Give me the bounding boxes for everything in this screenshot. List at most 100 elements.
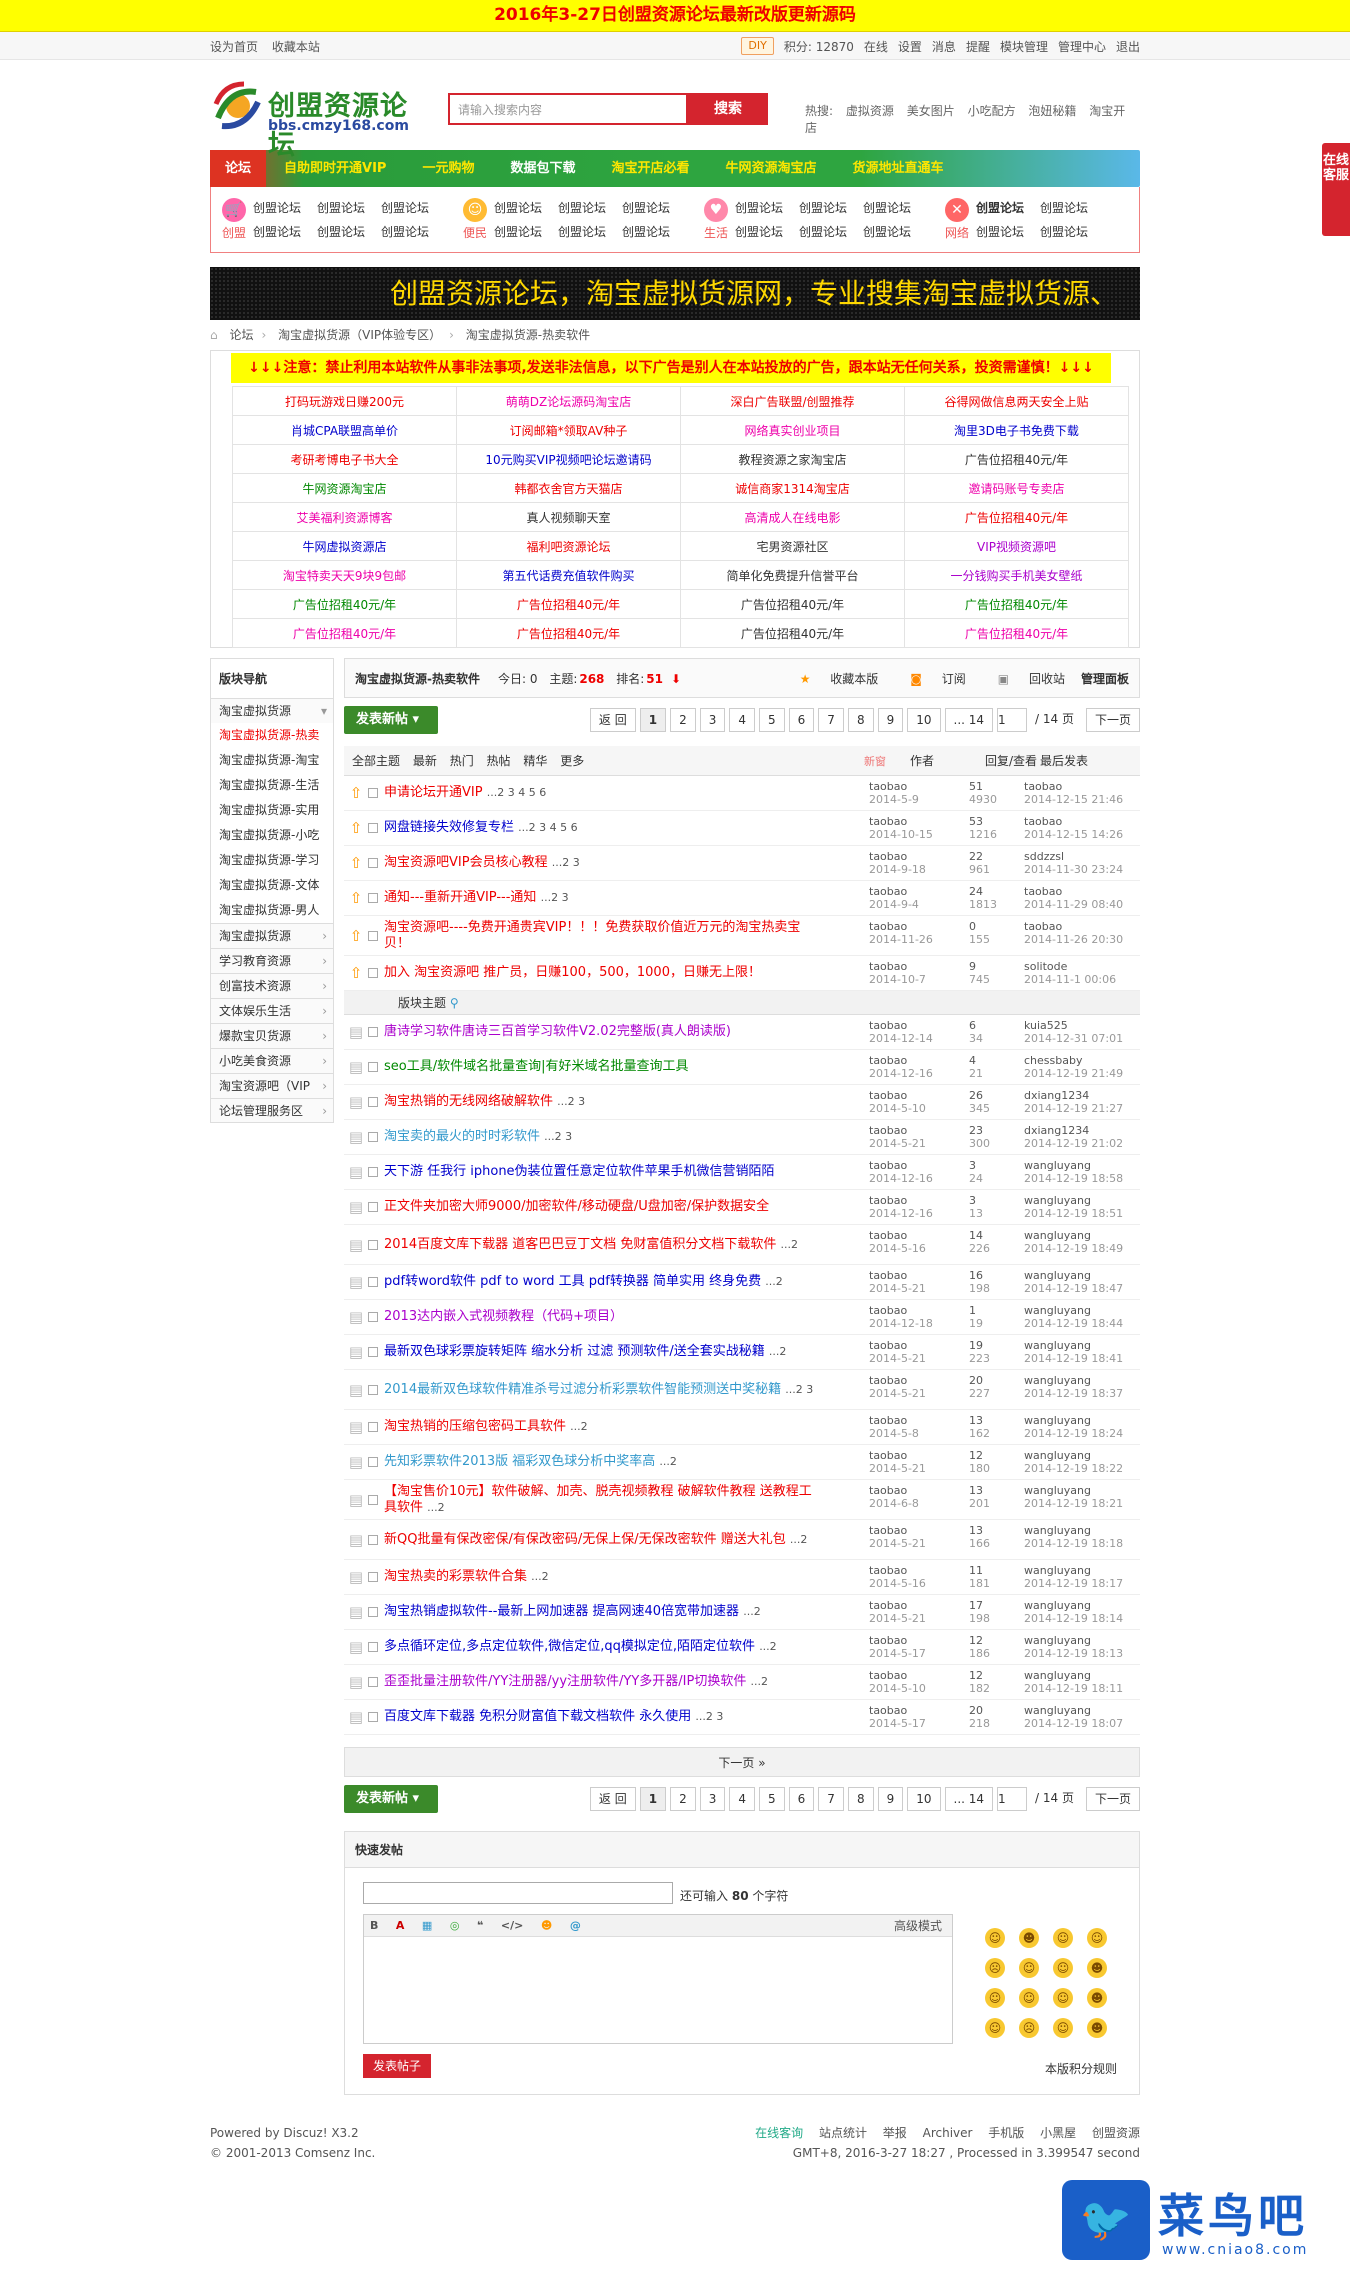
ad-link[interactable]: 深白广告联盟/创盟推荐 — [680, 386, 905, 416]
pin-icon[interactable]: ⇧ — [344, 784, 368, 802]
thread-title[interactable]: 【淘宝售价10元】软件破解、加壳、脱壳视频教程 破解软件教程 送教程工具软件 — [384, 1484, 812, 1515]
page-jump-input[interactable]: 1 — [997, 1787, 1028, 1811]
reply-count[interactable]: 3 — [969, 1194, 976, 1207]
smiley-icon[interactable]: ☹ — [1019, 2018, 1039, 2038]
thread-icon[interactable]: ▤ — [344, 1093, 368, 1111]
ad-link[interactable]: 广告位招租40元/年 — [904, 444, 1129, 474]
last-post-time[interactable]: 2014-12-15 14:26 — [1024, 828, 1123, 841]
sidebar-subitem[interactable]: 淘宝虚拟货源-文体 — [210, 873, 334, 898]
settings-link[interactable]: 设置 — [898, 38, 922, 55]
ad-link[interactable]: 简单化免费提升信誉平台 — [680, 560, 905, 590]
thread-author[interactable]: taobao — [869, 1669, 907, 1682]
quick-link[interactable]: 创盟论坛 — [253, 199, 317, 216]
last-post-time[interactable]: 2014-12-19 18:07 — [1024, 1717, 1123, 1730]
thread-checkbox[interactable] — [368, 858, 378, 868]
last-post-time[interactable]: 2014-12-19 18:51 — [1024, 1207, 1123, 1220]
ad-link[interactable]: 广告位招租40元/年 — [680, 618, 905, 648]
thread-checkbox[interactable] — [368, 1027, 378, 1037]
smiley-icon[interactable]: ☺ — [1019, 1958, 1039, 1978]
mobile-link[interactable]: 手机版 — [988, 2126, 1024, 2140]
thread-pages[interactable]: ...2 3 4 5 6 — [518, 821, 577, 834]
reply-count[interactable]: 11 — [969, 1564, 983, 1577]
bookmark-link[interactable]: 收藏本站 — [272, 40, 320, 54]
last-poster[interactable]: wangluyang — [1024, 1704, 1091, 1717]
at-icon[interactable]: @ — [570, 1919, 581, 1932]
page-link[interactable]: 3 — [699, 708, 726, 732]
thread-title[interactable]: 新QQ批量有保改密保/有保改密码/无保上保/无保改密软件 赠送大礼包 — [384, 1532, 786, 1547]
smiley-icon[interactable]: ☻ — [1087, 1958, 1107, 1978]
last-post-time[interactable]: 2014-12-19 18:41 — [1024, 1352, 1123, 1365]
thread-title[interactable]: 先知彩票软件2013版 福彩双色球分析中奖率高 — [384, 1454, 655, 1469]
last-post-time[interactable]: 2014-11-26 20:30 — [1024, 933, 1123, 946]
last-post-time[interactable]: 2014-12-19 18:47 — [1024, 1282, 1123, 1295]
new-thread-button[interactable]: 发表新帖 ▾ — [344, 706, 438, 734]
ad-link[interactable]: 第五代话费充值软件购买 — [456, 560, 681, 590]
thread-checkbox[interactable] — [368, 1132, 378, 1142]
thread-title[interactable]: 2014最新双色球软件精准杀号过滤分析彩票软件智能预测送中奖秘籍 — [384, 1382, 781, 1397]
site-name-link[interactable]: 创盟资源 — [1092, 2126, 1140, 2140]
last-post-time[interactable]: 2014-12-19 18:14 — [1024, 1612, 1123, 1625]
thread-checkbox[interactable] — [368, 1312, 378, 1322]
last-poster[interactable]: wangluyang — [1024, 1524, 1091, 1537]
new-window-toggle[interactable]: 新窗 — [864, 753, 886, 769]
quick-link[interactable]: 创盟论坛 — [558, 199, 622, 216]
thread-title[interactable]: 淘宝资源吧VIP会员核心教程 — [384, 855, 548, 870]
thread-title[interactable]: 网盘链接失效修复专栏 — [384, 820, 514, 835]
thread-pages[interactable]: ...2 3 — [695, 1710, 723, 1723]
last-post-time[interactable]: 2014-12-19 21:27 — [1024, 1102, 1123, 1115]
last-post-time[interactable]: 2014-12-19 18:22 — [1024, 1462, 1123, 1475]
thread-title[interactable]: 多点循环定位,多点定位软件,微信定位,qq模拟定位,陌陌定位软件 — [384, 1639, 755, 1654]
thread-title[interactable]: 2014百度文库下载器 道客巴巴豆丁文档 免财富值积分文档下载软件 — [384, 1237, 776, 1252]
page-link[interactable]: 10 — [907, 1787, 941, 1811]
smiley-icon[interactable]: ☺ — [1087, 1928, 1107, 1948]
last-post-time[interactable]: 2014-12-19 18:49 — [1024, 1242, 1123, 1255]
ad-link[interactable]: 韩都衣舍官方天猫店 — [456, 473, 681, 503]
last-poster[interactable]: dxiang1234 — [1024, 1089, 1089, 1102]
thread-pages[interactable]: ...2 3 4 5 6 — [487, 786, 546, 799]
search-icon[interactable]: ⚲ — [450, 996, 459, 1010]
ad-link[interactable]: 广告位招租40元/年 — [904, 618, 1129, 648]
ad-link[interactable]: 10元购买VIP视频吧论坛邀请码 — [456, 444, 681, 474]
thread-title[interactable]: 淘宝热销的压缩包密码工具软件 — [384, 1419, 566, 1434]
reply-count[interactable]: 12 — [969, 1449, 983, 1462]
thread-checkbox[interactable] — [368, 930, 378, 941]
reply-count[interactable]: 22 — [969, 850, 983, 863]
ad-link[interactable]: 一分钱购买手机美女壁纸 — [904, 560, 1129, 590]
ad-link[interactable]: 广告位招租40元/年 — [904, 502, 1129, 532]
thread-icon[interactable]: ▤ — [344, 1673, 368, 1691]
thread-pages[interactable]: ...2 — [781, 1238, 799, 1251]
last-post-time[interactable]: 2014-12-19 18:37 — [1024, 1387, 1123, 1400]
next-page-button[interactable]: 下一页 — [1085, 1787, 1140, 1811]
thread-pages[interactable]: ...2 — [759, 1640, 777, 1653]
smiley-icon[interactable]: ☹ — [985, 1958, 1005, 1978]
thread-checkbox[interactable] — [368, 823, 378, 833]
page-link[interactable]: 6 — [788, 1787, 815, 1811]
thread-checkbox[interactable] — [368, 1457, 378, 1467]
thread-checkbox[interactable] — [368, 1097, 378, 1107]
ad-link[interactable]: 真人视频聊天室 — [456, 502, 681, 532]
ad-link[interactable]: 淘里3D电子书免费下载 — [904, 415, 1129, 445]
page-link[interactable]: 9 — [877, 708, 904, 732]
thread-author[interactable]: taobao — [869, 1599, 907, 1612]
smiley-icon[interactable]: ☻ — [1019, 1928, 1039, 1948]
thread-checkbox[interactable] — [368, 968, 378, 978]
thread-pages[interactable]: ...2 3 — [785, 1383, 813, 1396]
subject-input[interactable] — [363, 1882, 673, 1904]
reply-count[interactable]: 51 — [969, 780, 983, 793]
sidebar-group[interactable]: 创富技术资源 › — [210, 973, 334, 998]
page-link[interactable]: 1 — [639, 1787, 667, 1811]
thread-author[interactable]: taobao — [869, 1449, 907, 1462]
hot-item[interactable]: 小吃配方 — [968, 104, 1016, 118]
thread-title[interactable]: 百度文库下载器 免积分财富值下载文档软件 永久使用 — [384, 1709, 691, 1724]
thread-author[interactable]: taobao — [869, 1339, 907, 1352]
smiley-icon[interactable]: ☺ — [985, 2018, 1005, 2038]
quick-link[interactable]: 创盟论坛 — [381, 223, 445, 240]
sidebar-subitem[interactable]: 淘宝虚拟货源-生活 — [210, 773, 334, 798]
page-link[interactable]: 5 — [759, 708, 785, 732]
thread-author[interactable]: taobao — [869, 1484, 907, 1497]
reply-count[interactable]: 12 — [969, 1669, 983, 1682]
nav-download[interactable]: 数据包下载 — [492, 150, 593, 187]
sidebar-subitem[interactable]: 淘宝虚拟货源-淘宝 — [210, 748, 334, 773]
credit-rules-link[interactable]: 本版积分规则 — [1045, 2060, 1117, 2077]
ad-link[interactable]: 广告位招租40元/年 — [680, 589, 905, 619]
